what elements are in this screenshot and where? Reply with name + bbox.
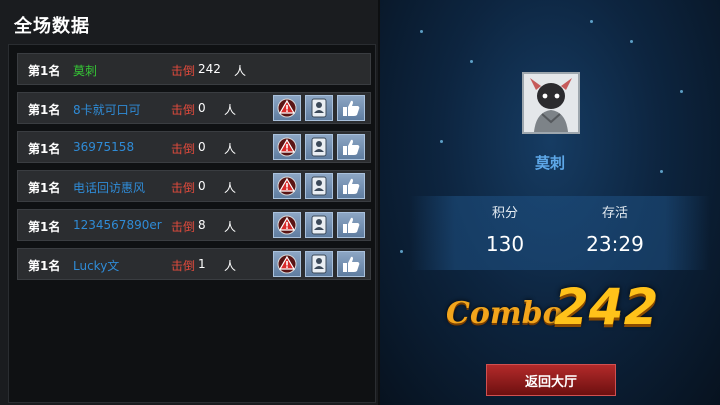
sparkle (590, 20, 593, 23)
combo-label: Combo (446, 296, 563, 331)
profile-button[interactable] (305, 251, 333, 277)
kill-unit: 人 (224, 259, 237, 273)
rank-label: 第1名 (28, 103, 61, 117)
rank-label: 第1名 (28, 64, 61, 78)
back-to-lobby-button[interactable]: 返回大厅 (486, 364, 616, 396)
profile-card-icon (311, 176, 327, 196)
like-button[interactable] (337, 173, 365, 199)
warning-icon (277, 98, 297, 118)
kill-label: 击倒 (171, 64, 196, 78)
kill-label: 击倒 (171, 103, 196, 117)
warning-icon (277, 137, 297, 157)
player-name: 36975158 (73, 140, 135, 154)
kill-count: 242 (198, 62, 221, 76)
thumbs-up-icon (343, 178, 360, 194)
warning-icon (277, 176, 297, 196)
combo-count: 242 (554, 278, 659, 336)
avatar-icon (524, 74, 578, 132)
player-name: 8卡就可口可 (73, 103, 141, 117)
like-button[interactable] (337, 251, 365, 277)
sparkle (470, 60, 473, 63)
player-row: 第1名 1234567890er 击倒 8 人 (17, 209, 371, 241)
player-avatar (522, 72, 580, 134)
report-button[interactable] (273, 251, 301, 277)
kill-count: 0 (198, 140, 206, 154)
survive-time: 23:29 (586, 232, 644, 256)
profile-button[interactable] (305, 134, 333, 160)
report-button[interactable] (273, 212, 301, 238)
thumbs-up-icon (343, 217, 360, 233)
player-row: 第1名 Lucky文 击倒 1 人 (17, 248, 371, 280)
kill-unit: 人 (224, 103, 237, 117)
profile-button[interactable] (305, 95, 333, 121)
score-label: 积分 (491, 206, 518, 221)
warning-icon (277, 215, 297, 235)
profile-card-icon (311, 254, 327, 274)
sparkle (680, 90, 683, 93)
player-name-title: 莫刺 (534, 154, 565, 172)
kill-count: 8 (198, 218, 206, 232)
kill-unit: 人 (224, 142, 237, 156)
stats-band: 积分 存活 130 23:29 (410, 196, 710, 270)
player-row: 第1名 莫刺 击倒 242 人 (17, 53, 371, 85)
kill-label: 击倒 (171, 220, 196, 234)
kill-label: 击倒 (171, 142, 196, 156)
sparkle (420, 30, 423, 33)
thumbs-up-icon (343, 139, 360, 155)
profile-button[interactable] (305, 212, 333, 238)
kill-label: 击倒 (171, 259, 196, 273)
rank-label: 第1名 (28, 142, 61, 156)
profile-button[interactable] (305, 173, 333, 199)
kill-unit: 人 (224, 220, 237, 234)
rank-label: 第1名 (28, 259, 61, 273)
player-row: 第1名 36975158 击倒 0 人 (17, 131, 371, 163)
like-button[interactable] (337, 134, 365, 160)
profile-card-icon (311, 137, 327, 157)
kill-count: 0 (198, 179, 206, 193)
kill-label: 击倒 (171, 181, 196, 195)
report-button[interactable] (273, 173, 301, 199)
survive-label: 存活 (601, 206, 628, 221)
player-name: Lucky文 (73, 259, 120, 273)
thumbs-up-icon (343, 256, 360, 272)
player-row: 第1名 8卡就可口可 击倒 0 人 (17, 92, 371, 124)
like-button[interactable] (337, 95, 365, 121)
panel-title: 全场数据 (14, 16, 90, 37)
profile-card-icon (311, 98, 327, 118)
kill-unit: 人 (224, 181, 237, 195)
kill-count: 1 (198, 257, 206, 271)
result-panel: 莫刺 积分 存活 130 23:29 Combo 242 返回大厅 (380, 0, 720, 405)
warning-icon (277, 254, 297, 274)
kill-unit: 人 (234, 64, 247, 78)
rank-label: 第1名 (28, 181, 61, 195)
scoreboard-panel: 全场数据 第1名 莫刺 击倒 242 人 第1名 8卡就可口可 击倒 0 人 第… (0, 0, 380, 405)
player-row: 第1名 电话回访惠风 击倒 0 人 (17, 170, 371, 202)
rank-label: 第1名 (28, 220, 61, 234)
sparkle (630, 40, 633, 43)
thumbs-up-icon (343, 100, 360, 116)
sparkle (400, 250, 403, 253)
player-name: 电话回访惠风 (73, 181, 146, 195)
report-button[interactable] (273, 95, 301, 121)
player-name: 1234567890er (73, 218, 162, 232)
kill-count: 0 (198, 101, 206, 115)
score-value: 130 (485, 232, 525, 256)
profile-card-icon (311, 215, 327, 235)
like-button[interactable] (337, 212, 365, 238)
report-button[interactable] (273, 134, 301, 160)
sparkle (440, 140, 443, 143)
player-list: 第1名 莫刺 击倒 242 人 第1名 8卡就可口可 击倒 0 人 第1名 36… (8, 44, 376, 403)
player-name: 莫刺 (73, 64, 98, 78)
